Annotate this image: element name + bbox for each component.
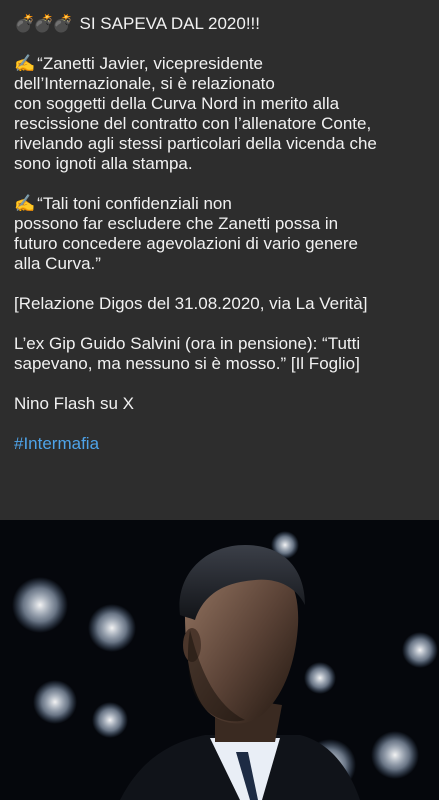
source-line: [Relazione Digos del 31.08.2020, via La …: [14, 294, 427, 314]
quote-2-line: alla Curva.”: [14, 254, 101, 273]
light-bokeh: [304, 662, 336, 694]
source-text: [Relazione Digos del 31.08.2020, via La …: [14, 294, 368, 313]
light-bokeh: [33, 680, 77, 724]
light-bokeh: [371, 731, 419, 779]
quote-2-line: possono far escludere che Zanetti possa …: [14, 214, 339, 233]
writing-hand-icon: ✍️: [14, 194, 36, 213]
light-bokeh: [402, 632, 438, 668]
gip-quote: L’ex Gip Guido Salvini (ora in pensione)…: [14, 334, 427, 374]
quote-1-line: “Zanetti Javier, vicepresidente: [37, 54, 264, 73]
quote-1-line: sono ignoti alla stampa.: [14, 154, 193, 173]
photo-illustration: [0, 520, 439, 800]
header-line: 💣💣💣 SI SAPEVA DAL 2020!!!: [14, 14, 427, 34]
quote-2: ✍️ “Tali toni confidenziali non possono f…: [14, 194, 427, 274]
quote-2-line: “Tali toni confidenziali non: [37, 194, 232, 213]
bomb-icon: 💣💣💣: [14, 14, 73, 33]
quote-1-line: dell’Internazionale, si è relazionato: [14, 74, 275, 93]
post-title: SI SAPEVA DAL 2020!!!: [79, 14, 261, 33]
author-line: Nino Flash su X: [14, 394, 427, 414]
quote-1-line: rivelando agli stessi particolari della …: [14, 134, 377, 153]
author-text: Nino Flash su X: [14, 394, 134, 413]
quote-1-line: rescissione del contratto con l’allenato…: [14, 114, 372, 133]
post-text: 💣💣💣 SI SAPEVA DAL 2020!!! ✍️ “Zanetti Javi…: [0, 0, 439, 520]
light-bokeh: [12, 577, 68, 633]
gip-line: L’ex Gip Guido Salvini (ora in pensione)…: [14, 334, 361, 353]
writing-hand-icon: ✍️: [14, 54, 36, 73]
hashtag-link[interactable]: #Intermafia: [14, 434, 427, 454]
hashtag-line: #Intermafia: [14, 434, 427, 454]
quote-2-line: futuro concedere agevolazioni di vario g…: [14, 234, 359, 253]
post: 💣💣💣 SI SAPEVA DAL 2020!!! ✍️ “Zanetti Javi…: [0, 0, 439, 800]
post-photo[interactable]: [0, 520, 439, 800]
quote-1: ✍️ “Zanetti Javier, vicepresidente dell’I…: [14, 54, 427, 174]
light-bokeh: [88, 604, 136, 652]
gip-line: sapevano, ma nessuno si è mosso.” [Il Fo…: [14, 354, 360, 373]
quote-1-line: con soggetti della Curva Nord in merito …: [14, 94, 340, 113]
light-bokeh: [92, 702, 128, 738]
